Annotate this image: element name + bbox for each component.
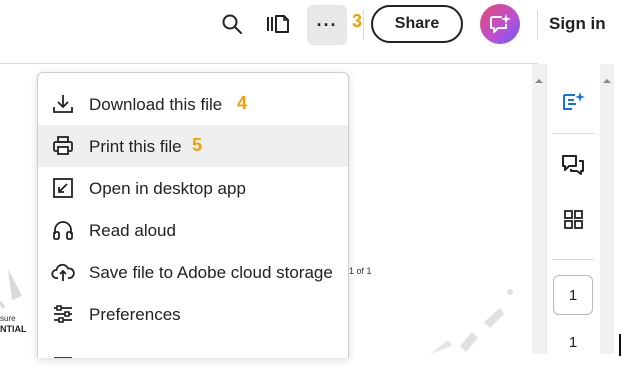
menu-item-read-aloud[interactable]: Read aloud bbox=[38, 209, 348, 251]
search-icon bbox=[222, 14, 242, 34]
menu-item-save-cloud[interactable]: Save file to Adobe cloud storage bbox=[38, 251, 348, 293]
rail-separator bbox=[552, 133, 594, 134]
scroll-up-arrow-icon bbox=[603, 79, 611, 83]
annotation-3: 3 bbox=[352, 11, 363, 31]
current-page-box[interactable]: 1 bbox=[553, 275, 593, 315]
menu-item-partial[interactable] bbox=[38, 335, 348, 358]
more-options-button[interactable]: ··· bbox=[307, 5, 347, 45]
page-thumbnails-button[interactable] bbox=[261, 8, 295, 40]
page-indicator: 1 of 1 bbox=[349, 266, 372, 276]
menu-item-download[interactable]: Download this file 4 bbox=[38, 83, 348, 125]
menu-item-label: Print this file bbox=[89, 137, 182, 156]
menu-item-icon bbox=[54, 357, 72, 358]
annotation-4: 4 bbox=[237, 93, 248, 113]
menu-item-label: Save file to Adobe cloud storage bbox=[89, 263, 333, 282]
ai-assistant-icon bbox=[563, 92, 585, 110]
ai-assistant-button[interactable] bbox=[480, 4, 520, 44]
sign-in-link[interactable]: Sign in bbox=[549, 14, 606, 34]
comments-button[interactable] bbox=[556, 149, 590, 181]
document-text-fragment: NTIAL bbox=[0, 324, 27, 334]
menu-item-label: Download this file bbox=[89, 95, 223, 114]
sliders-icon bbox=[54, 305, 72, 323]
open-external-icon bbox=[53, 178, 73, 198]
document-text-fragment: sure bbox=[0, 314, 16, 323]
comments-icon bbox=[562, 155, 584, 175]
cloud-upload-icon bbox=[51, 263, 75, 281]
menu-item-label: Preferences bbox=[89, 305, 181, 324]
toolbar-divider bbox=[537, 10, 538, 40]
more-label: ··· bbox=[316, 14, 338, 35]
top-toolbar: ··· 3 Share Sign in bbox=[0, 0, 626, 56]
grid-icon bbox=[564, 210, 583, 229]
rail-scrollbar[interactable] bbox=[600, 64, 614, 354]
page-view-icon bbox=[267, 15, 289, 33]
search-button[interactable] bbox=[216, 8, 248, 40]
organize-pages-button[interactable] bbox=[556, 203, 590, 235]
more-options-menu: Download this file 4 Print this file 5 O… bbox=[37, 72, 349, 358]
menu-item-print[interactable]: Print this file 5 bbox=[38, 125, 348, 167]
menu-item-label: Read aloud bbox=[89, 221, 176, 240]
download-icon bbox=[53, 95, 73, 113]
headphones-icon bbox=[53, 221, 73, 240]
rail-separator bbox=[552, 259, 594, 260]
ai-assistant-icon bbox=[490, 14, 511, 33]
menu-item-preferences[interactable]: Preferences bbox=[38, 293, 348, 335]
menu-item-open-desktop[interactable]: Open in desktop app bbox=[38, 167, 348, 209]
share-button[interactable]: Share bbox=[371, 5, 463, 43]
ai-assistant-rail-button[interactable] bbox=[556, 86, 590, 118]
text-cursor bbox=[619, 334, 621, 356]
toolbar-divider bbox=[363, 10, 364, 40]
menu-item-label: Open in desktop app bbox=[89, 179, 246, 198]
printer-icon bbox=[53, 136, 73, 155]
annotation-5: 5 bbox=[192, 135, 203, 155]
document-scrollbar[interactable] bbox=[532, 64, 546, 354]
next-page-number: 1 bbox=[568, 334, 578, 351]
scroll-up-arrow-icon bbox=[535, 79, 543, 83]
